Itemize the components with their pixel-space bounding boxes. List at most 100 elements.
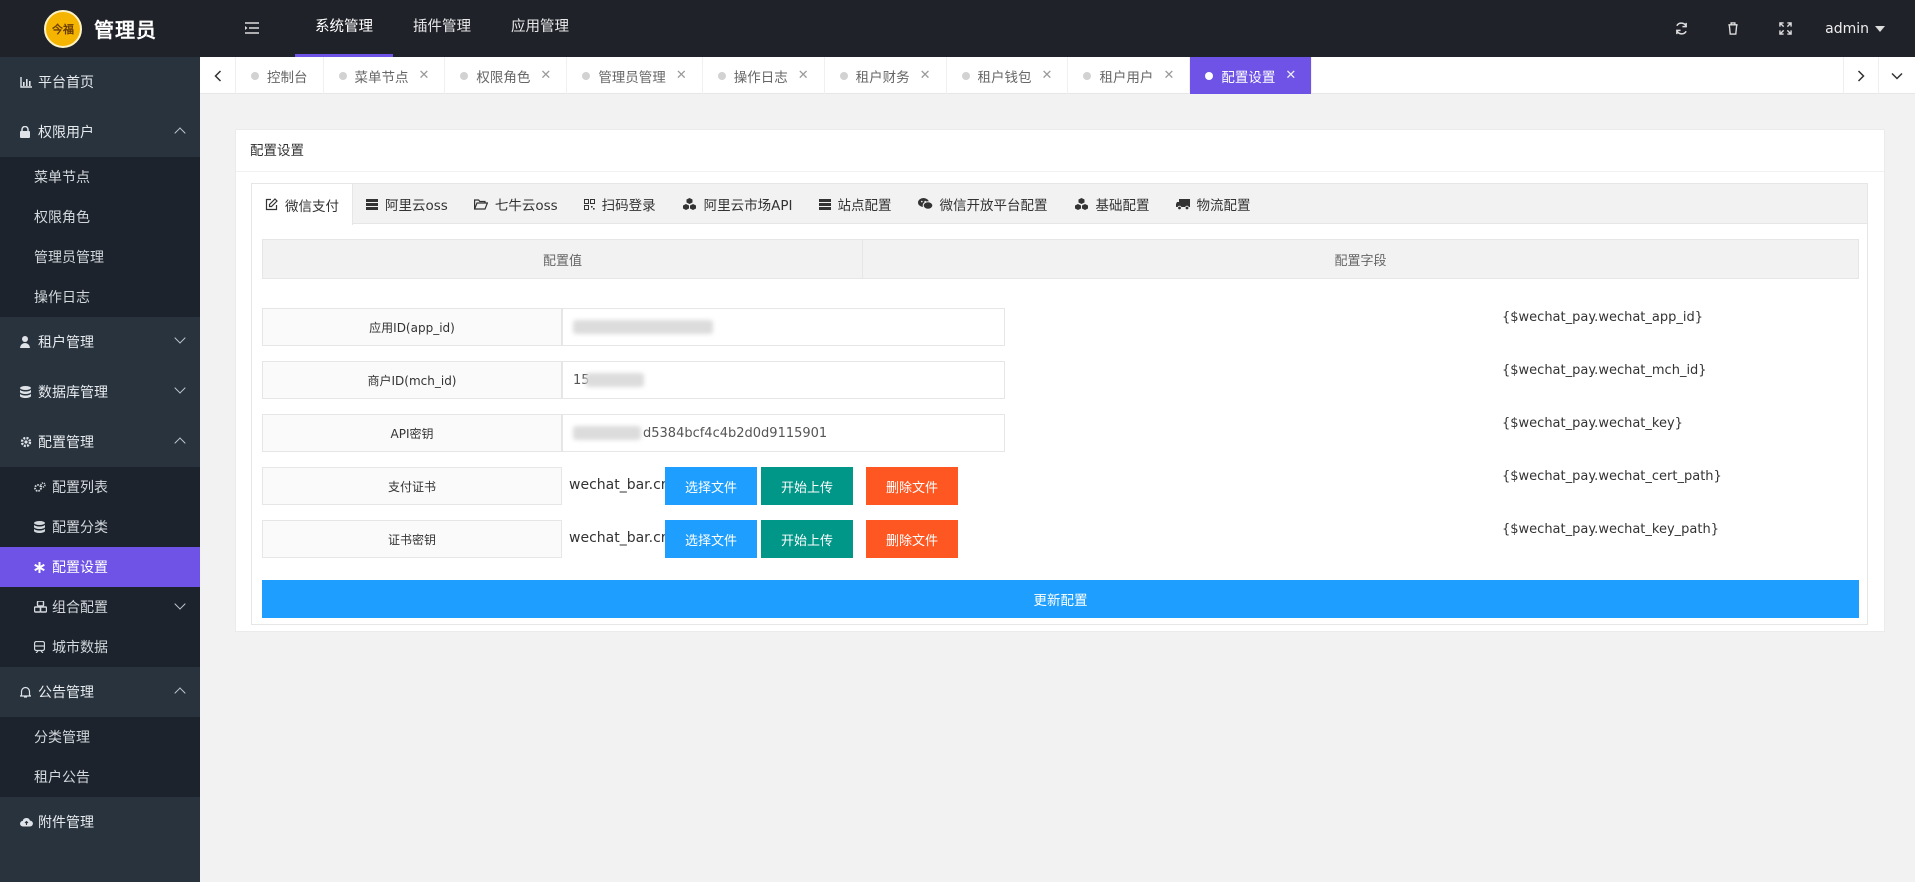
sidebar-group-tenant[interactable]: 租户管理 xyxy=(0,317,200,367)
fullscreen-icon[interactable] xyxy=(1759,0,1811,57)
config-panel: 配置设置 微信支付 阿里云oss 七牛云oss 扫码登录 阿里云市场API 站点… xyxy=(235,129,1885,632)
config-tab-label: 微信开放平台配置 xyxy=(939,198,1048,214)
page-tab-tenant-users[interactable]: 租户用户 ✕ xyxy=(1068,57,1191,94)
top-nav: 系统管理 插件管理 应用管理 xyxy=(295,0,589,57)
page-tab-menu-nodes[interactable]: 菜单节点 ✕ xyxy=(324,57,446,94)
close-icon[interactable]: ✕ xyxy=(920,68,931,83)
sidebar-item-op-log[interactable]: 操作日志 xyxy=(0,277,200,317)
qrcode-icon xyxy=(583,198,595,210)
upload-button[interactable]: 开始上传 xyxy=(761,467,853,505)
tab-label: 租户财务 xyxy=(855,69,910,86)
config-tab-qr-login[interactable]: 扫码登录 xyxy=(571,184,669,224)
delete-file-button[interactable]: 删除文件 xyxy=(866,467,958,505)
sidebar-group-auth[interactable]: 权限用户 xyxy=(0,107,200,157)
tab-dot-icon xyxy=(961,71,970,80)
topnav-plugins[interactable]: 插件管理 xyxy=(393,0,491,57)
gears-icon xyxy=(34,481,48,493)
trash-icon[interactable] xyxy=(1707,0,1759,57)
sidebar-item-home[interactable]: 平台首页 xyxy=(0,57,200,107)
config-row-cert: 支付证书 wechat_bar.crt 选择文件 开始上传 删除文件 {$wec… xyxy=(262,467,1859,505)
config-tab-aliyun-market-api[interactable]: 阿里云市场API xyxy=(669,184,806,224)
menu-toggle-icon[interactable] xyxy=(240,16,264,40)
sidebar-item-config-settings[interactable]: 配置设置 xyxy=(0,547,200,587)
chevron-up-icon xyxy=(174,127,186,139)
sidebar: 平台首页 权限用户 菜单节点 权限角色 管理员管理 操作日志 租户管理 数据库管… xyxy=(0,57,200,882)
logo[interactable]: 今福 管理员 xyxy=(0,0,200,57)
config-tab-wechat-open-platform[interactable]: 微信开放平台配置 xyxy=(905,184,1061,224)
page-tab-config-settings[interactable]: 配置设置 ✕ xyxy=(1190,57,1313,94)
sidebar-item-menu-nodes[interactable]: 菜单节点 xyxy=(0,157,200,197)
cubes-icon xyxy=(682,198,697,210)
page-tabs: 控制台 菜单节点 ✕ 权限角色 ✕ 管理员管理 ✕ 操作日志 ✕ 租户财务 ✕ 租户钱包 ✕… xyxy=(236,57,1313,94)
refresh-icon[interactable] xyxy=(1655,0,1707,57)
sidebar-item-admins[interactable]: 管理员管理 xyxy=(0,237,200,277)
train-icon xyxy=(34,641,48,653)
api-key-input[interactable]: d5384bcf4c4b2d0d9115901 xyxy=(562,414,1005,452)
user-menu[interactable]: admin xyxy=(1811,21,1915,37)
tabs-menu-chevron-down-icon[interactable] xyxy=(1879,57,1915,94)
page-tab-tenant-wallet[interactable]: 租户钱包 ✕ xyxy=(947,57,1069,94)
sidebar-group-config[interactable]: 配置管理 xyxy=(0,417,200,467)
tabs-scroll-left-icon[interactable] xyxy=(200,57,236,94)
topnav-system[interactable]: 系统管理 xyxy=(295,0,393,57)
sidebar-item-category-manage[interactable]: 分类管理 xyxy=(0,717,200,757)
close-icon[interactable]: ✕ xyxy=(676,68,687,83)
sidebar-label: 组合配置 xyxy=(52,600,108,616)
config-tab-box: 微信支付 阿里云oss 七牛云oss 扫码登录 阿里云市场API 站点配置 微信… xyxy=(251,183,1868,625)
config-tab-site[interactable]: 站点配置 xyxy=(806,184,905,224)
config-tab-basic[interactable]: 基础配置 xyxy=(1061,184,1163,224)
page-tab-tenant-finance[interactable]: 租户财务 ✕ xyxy=(825,57,947,94)
close-icon[interactable]: ✕ xyxy=(1042,68,1053,83)
close-icon[interactable]: ✕ xyxy=(540,68,551,83)
page-tab-op-log[interactable]: 操作日志 ✕ xyxy=(703,57,825,94)
config-tab-qiniu-oss[interactable]: 七牛云oss xyxy=(461,184,571,224)
chevron-up-icon xyxy=(174,437,186,449)
chevron-down-icon xyxy=(174,598,186,610)
close-icon[interactable]: ✕ xyxy=(1163,68,1174,83)
database-icon xyxy=(34,521,48,533)
lock-icon xyxy=(20,126,34,138)
sidebar-item-config-category[interactable]: 配置分类 xyxy=(0,507,200,547)
page-tab-roles[interactable]: 权限角色 ✕ xyxy=(445,57,568,94)
mch-id-input[interactable]: 15 xyxy=(562,361,1005,399)
config-tabs: 微信支付 阿里云oss 七牛云oss 扫码登录 阿里云市场API 站点配置 微信… xyxy=(252,184,1867,225)
user-icon xyxy=(20,336,34,348)
row-label: 商户ID(mch_id) xyxy=(262,361,562,399)
sidebar-item-config-list[interactable]: 配置列表 xyxy=(0,467,200,507)
sidebar-item-roles[interactable]: 权限角色 xyxy=(0,197,200,237)
sidebar-item-city-data[interactable]: 城市数据 xyxy=(0,627,200,667)
config-tab-logistics[interactable]: 物流配置 xyxy=(1163,184,1264,224)
sidebar-group-database[interactable]: 数据库管理 xyxy=(0,367,200,417)
config-tab-wechat-pay[interactable]: 微信支付 xyxy=(252,184,353,225)
close-icon[interactable]: ✕ xyxy=(419,68,430,83)
page-tab-admins[interactable]: 管理员管理 ✕ xyxy=(567,57,703,94)
top-right-tools: admin xyxy=(1655,0,1915,57)
server-icon xyxy=(366,198,378,210)
sidebar-item-tenant-notice[interactable]: 租户公告 xyxy=(0,757,200,797)
choose-file-button[interactable]: 选择文件 xyxy=(665,520,757,558)
row-label: 应用ID(app_id) xyxy=(262,308,562,346)
sidebar-group-notice[interactable]: 公告管理 xyxy=(0,667,200,717)
close-icon[interactable]: ✕ xyxy=(798,68,809,83)
page-tab-console[interactable]: 控制台 xyxy=(236,57,324,94)
update-config-button[interactable]: 更新配置 xyxy=(262,580,1859,618)
tabs-scroll-right-icon[interactable] xyxy=(1843,57,1879,94)
config-tab-aliyun-oss[interactable]: 阿里云oss xyxy=(353,184,461,224)
tab-label: 控制台 xyxy=(267,69,308,86)
sidebar-group-attachments[interactable]: 附件管理 xyxy=(0,797,200,847)
app-id-input[interactable] xyxy=(562,308,1005,346)
server-icon xyxy=(818,198,831,210)
topnav-apps[interactable]: 应用管理 xyxy=(491,0,589,57)
choose-file-button[interactable]: 选择文件 xyxy=(665,467,757,505)
tab-label: 菜单节点 xyxy=(354,69,409,86)
tab-label: 操作日志 xyxy=(733,69,788,86)
upload-button[interactable]: 开始上传 xyxy=(761,520,853,558)
sidebar-label: 城市数据 xyxy=(52,640,108,656)
field-key: {$wechat_pay.wechat_app_id} xyxy=(1502,310,1703,325)
sidebar-item-combo-config[interactable]: 组合配置 xyxy=(0,587,200,627)
sidebar-label: 配置设置 xyxy=(52,560,108,576)
tab-dot-icon xyxy=(338,71,347,80)
sidebar-label: 数据库管理 xyxy=(38,385,108,401)
delete-file-button[interactable]: 删除文件 xyxy=(866,520,958,558)
close-icon[interactable]: ✕ xyxy=(1285,68,1296,83)
